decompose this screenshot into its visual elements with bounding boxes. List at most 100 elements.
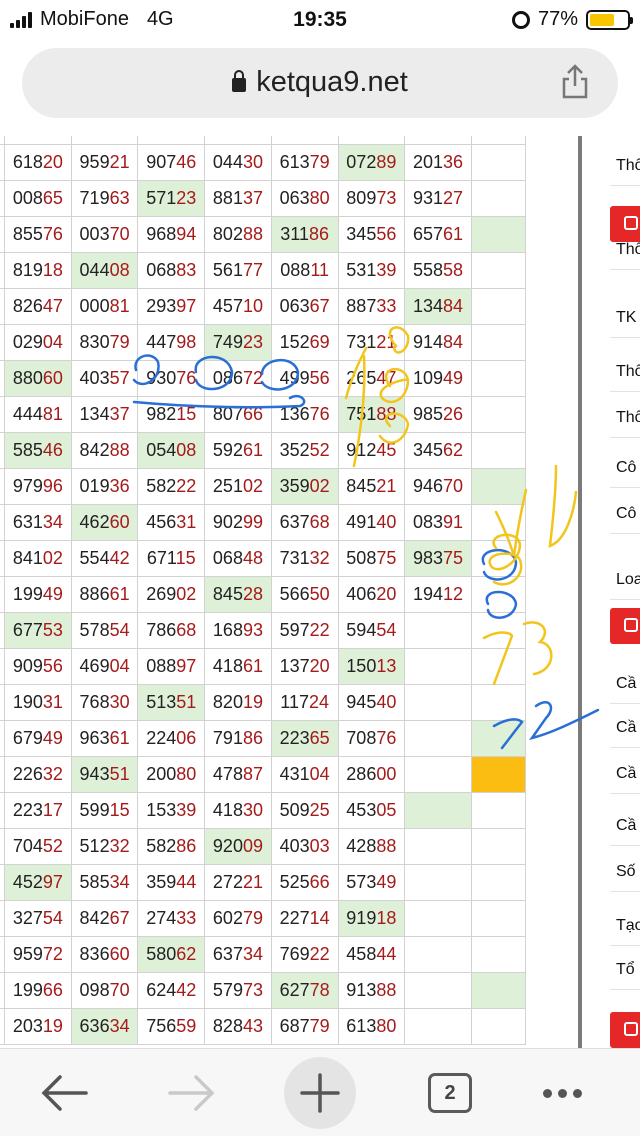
sidebar-item[interactable]: Thố — [610, 146, 640, 186]
result-tail: 56 — [376, 224, 397, 244]
result-cell: 06848 — [204, 540, 272, 577]
result-cell — [470, 864, 527, 901]
result-tail: 11 — [310, 260, 330, 280]
result-cell — [470, 684, 527, 721]
result-cell — [470, 900, 527, 937]
result-prefix: 068 — [146, 260, 177, 280]
result-prefix: 756 — [146, 1016, 177, 1036]
result-tail: 25 — [309, 800, 330, 820]
result-cell — [404, 864, 472, 901]
result-tail: 42 — [176, 980, 197, 1000]
result-prefix: 580 — [146, 944, 177, 964]
result-cell: 45710 — [204, 288, 272, 325]
result-prefix: 624 — [146, 980, 177, 1000]
sidebar-item[interactable]: Thố — [610, 230, 640, 270]
header-cell — [70, 136, 139, 145]
result-cell: 22632 — [4, 756, 72, 793]
result-cell — [470, 396, 527, 433]
result-cell: 91484 — [404, 324, 472, 361]
sidebar-item[interactable]: Cô VIP — [610, 494, 640, 534]
result-prefix: 749 — [212, 332, 243, 352]
result-cell — [404, 684, 472, 721]
browser-toolbar: 2 — [0, 1048, 640, 1136]
address-bar[interactable]: ketqua9.net — [22, 48, 618, 118]
result-tail: 56 — [42, 656, 63, 676]
new-tab-button[interactable] — [284, 1057, 356, 1129]
result-tail: 50 — [309, 584, 330, 604]
sidebar-item[interactable]: Cầ — [610, 806, 640, 846]
table-row: 658546842880540859261352529124534562 — [0, 432, 527, 469]
result-cell: 27433 — [137, 900, 206, 937]
sidebar-section-icon[interactable] — [610, 608, 640, 644]
results-table-wrap[interactable]: 4618209592190746044306137907289201364008… — [0, 136, 580, 1048]
result-tail: 62 — [176, 944, 197, 964]
result-cell: 84102 — [4, 540, 72, 577]
sidebar-item[interactable]: Cầ — [610, 708, 640, 748]
result-cell: 90746 — [137, 144, 206, 181]
result-prefix: 636 — [79, 1016, 110, 1036]
result-prefix: 054 — [146, 440, 177, 460]
result-tail: 80 — [309, 188, 330, 208]
scrollbar[interactable] — [578, 136, 582, 1048]
result-prefix: 657 — [412, 224, 444, 244]
result-prefix: 637 — [212, 944, 243, 964]
header-cell — [137, 136, 206, 145]
sidebar-item[interactable]: Loa — [610, 560, 640, 600]
sidebar-section-icon[interactable] — [610, 1012, 640, 1048]
result-prefix: 226 — [12, 764, 43, 784]
url-display[interactable]: ketqua9.net — [22, 66, 618, 99]
result-tail: 06 — [176, 728, 197, 748]
result-tail: 60 — [109, 944, 130, 964]
header-cell — [470, 136, 527, 145]
result-prefix: 914 — [412, 332, 444, 352]
result-cell: 28600 — [337, 756, 406, 793]
more-menu-button[interactable] — [532, 1061, 592, 1125]
header-cell — [337, 136, 406, 145]
result-cell: 56650 — [270, 576, 339, 613]
result-cell: 98526 — [404, 396, 472, 433]
sidebar-item[interactable]: Số — [610, 852, 640, 892]
sidebar-item[interactable]: Tạo — [610, 906, 640, 946]
result-tail: 32 — [109, 836, 130, 856]
result-prefix: 708 — [346, 728, 377, 748]
result-cell: 70876 — [337, 720, 406, 757]
result-prefix: 880 — [12, 368, 43, 388]
result-cell: 52566 — [270, 864, 339, 901]
sidebar-item[interactable]: Cô — [610, 448, 640, 488]
result-tail: 86 — [176, 836, 197, 856]
web-content[interactable]: 4618209592190746044306137907289201364008… — [0, 136, 640, 1048]
result-cell: 90299 — [204, 504, 272, 541]
result-tail: 88 — [242, 224, 263, 244]
result-prefix: 019 — [79, 476, 110, 496]
back-button[interactable] — [34, 1061, 94, 1125]
result-tail: 61 — [109, 584, 130, 604]
share-icon[interactable] — [560, 64, 590, 100]
sidebar-item[interactable]: Thố — [610, 398, 640, 438]
result-tail: 30 — [109, 692, 130, 712]
result-cell — [470, 972, 527, 1009]
result-prefix: 791 — [212, 728, 243, 748]
sidebar-item[interactable]: Cầ — [610, 754, 640, 794]
result-cell: 01936 — [70, 468, 139, 505]
result-tail: 19 — [242, 692, 263, 712]
result-cell: 55442 — [70, 540, 139, 577]
sidebar-item[interactable]: Thố — [610, 352, 640, 392]
sidebar-item[interactable]: TK — [610, 298, 640, 338]
result-cell — [404, 792, 472, 829]
result-tail: 78 — [309, 980, 330, 1000]
result-prefix: 194 — [412, 584, 444, 604]
sidebar-item[interactable]: Tổ — [610, 950, 640, 990]
result-cell: 00370 — [70, 216, 139, 253]
result-tail: 91 — [443, 512, 464, 532]
result-prefix: 731 — [279, 548, 310, 568]
result-tail: 44 — [176, 872, 197, 892]
result-cell: 51351 — [137, 684, 206, 721]
tabs-button[interactable]: 2 — [420, 1061, 480, 1125]
sidebar-item[interactable]: Cầ — [610, 664, 640, 704]
result-cell: 35252 — [270, 432, 339, 469]
result-cell: 62442 — [137, 972, 206, 1009]
forward-button[interactable] — [162, 1061, 222, 1125]
result-tail: 20 — [376, 584, 397, 604]
result-tail: 89 — [376, 152, 397, 172]
result-cell: 79186 — [204, 720, 272, 757]
